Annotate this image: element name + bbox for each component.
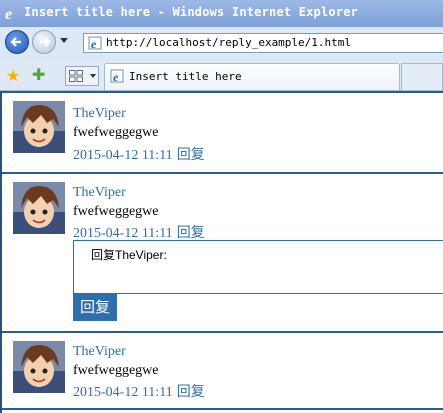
tab-label: Insert title here <box>129 70 242 83</box>
reply-textarea[interactable]: 回复TheViper: <box>73 240 443 294</box>
quick-tabs-button[interactable] <box>65 66 99 86</box>
url-text: http://localhost/reply_example/1.html <box>106 36 352 49</box>
forward-button[interactable] <box>32 30 56 54</box>
divider <box>2 172 443 174</box>
ie-logo-icon: e <box>5 6 12 21</box>
comment-username[interactable]: TheViper <box>73 106 126 122</box>
comment-text: fwefweggegwe <box>73 204 159 219</box>
tab-active[interactable]: e Insert title here <box>104 63 400 90</box>
new-tab-button[interactable] <box>401 63 443 90</box>
comment-username[interactable]: TheViper <box>73 344 126 360</box>
forward-arrow-icon <box>40 37 51 47</box>
comment-username[interactable]: TheViper <box>73 185 126 201</box>
user-avatar <box>13 182 65 234</box>
divider <box>2 331 443 333</box>
page-content: TheViper fwefweggegwe 2015-04-12 11:11 回复… <box>0 91 443 413</box>
tab-toolbar: ★ ✚ e Insert title here <box>0 61 443 91</box>
reply-placeholder: 回复TheViper: <box>91 248 167 262</box>
comment-date: 2015-04-12 11:11 <box>73 226 173 241</box>
page-icon: e <box>110 69 124 83</box>
window-title: Insert title here - Windows Internet Exp… <box>24 5 359 19</box>
chevron-down-icon <box>90 74 96 78</box>
svg-text:e: e <box>5 6 12 21</box>
comment-text: fwefweggegwe <box>73 125 159 140</box>
user-avatar <box>13 341 65 393</box>
favorites-star-icon[interactable]: ★ <box>6 66 20 85</box>
quick-tabs-icon <box>69 70 83 82</box>
comment-date: 2015-04-12 11:11 <box>73 148 173 163</box>
comment-meta: 2015-04-12 11:11 回复 <box>73 222 205 242</box>
divider <box>2 91 443 93</box>
divider <box>2 408 443 410</box>
user-avatar <box>13 101 65 153</box>
back-arrow-icon <box>10 37 21 47</box>
svg-text:e: e <box>113 70 119 83</box>
reply-submit-button[interactable]: 回复 <box>73 294 117 321</box>
page-icon: e <box>88 36 102 50</box>
comment-text: fwefweggegwe <box>73 363 159 378</box>
window-title-bar: e Insert title here - Windows Internet E… <box>0 0 443 27</box>
back-button[interactable] <box>5 30 29 54</box>
reply-link[interactable]: 回复 <box>177 385 205 400</box>
add-favorite-icon[interactable]: ✚ <box>32 65 45 84</box>
address-toolbar: e http://localhost/reply_example/1.html <box>0 27 443 61</box>
reply-link[interactable]: 回复 <box>177 148 205 163</box>
reply-link[interactable]: 回复 <box>177 226 205 241</box>
comment-date: 2015-04-12 11:11 <box>73 385 173 400</box>
comment-meta: 2015-04-12 11:11 回复 <box>73 381 205 401</box>
comment-meta: 2015-04-12 11:11 回复 <box>73 144 205 164</box>
address-field[interactable]: e http://localhost/reply_example/1.html <box>83 33 443 53</box>
recent-pages-dropdown[interactable] <box>60 38 68 43</box>
svg-text:e: e <box>91 37 97 50</box>
